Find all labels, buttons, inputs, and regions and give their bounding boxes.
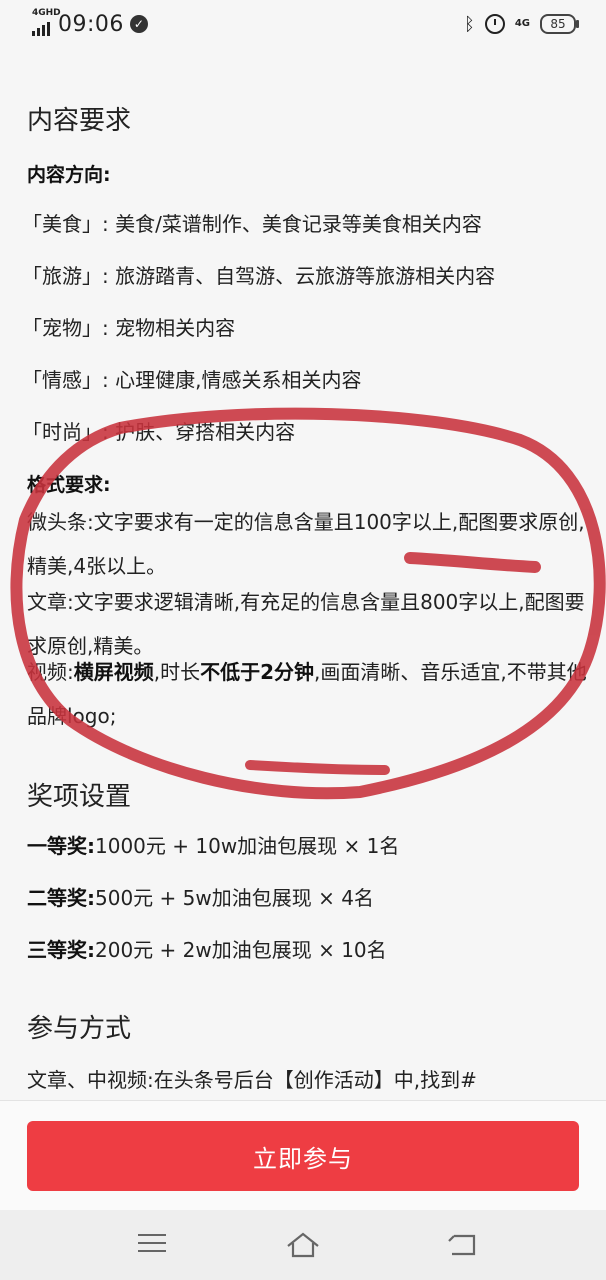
clock: 09:06 [58, 11, 124, 37]
status-bar: 4GHD 09:06 ✓ ᛒ 4G 85 [0, 0, 606, 48]
direction-travel: 「旅游」: 旅游踏青、自驾游、云旅游等旅游相关内容 [22, 264, 496, 288]
activity-detail-content[interactable]: 内容要求 内容方向: 「美食」: 美食/菜谱制作、美食记录等美食相关内容 「旅游… [0, 48, 606, 1100]
battery-icon: 85 [540, 14, 579, 34]
bottom-action-bar: 立即参与 [0, 1100, 606, 1211]
prize-third: 三等奖:200元 + 2w加油包展现 × 10名 [27, 938, 387, 962]
alarm-icon [484, 14, 505, 34]
prize-first: 一等奖:1000元 + 10w加油包展现 × 1名 [27, 834, 400, 858]
direction-pets: 「宠物」: 宠物相关内容 [22, 316, 236, 340]
content-direction-title: 内容方向: [27, 164, 111, 186]
mobile-data-indicator: 4G [514, 18, 530, 29]
menu-icon[interactable] [134, 1228, 170, 1262]
format-requirements-title: 格式要求: [27, 474, 111, 496]
direction-emotion: 「情感」: 心理健康,情感关系相关内容 [22, 368, 362, 392]
video-requirement: 视频:横屏视频,时长不低于2分钟,画面清晰、音乐适宜,不带其他品牌logo; [27, 660, 587, 728]
participation-text: 文章、中视频:在头条号后台【创作活动】中,找到# [27, 1068, 477, 1092]
section-title-content-requirements: 内容要求 [27, 106, 132, 136]
direction-fashion: 「时尚」: 护肤、穿搭相关内容 [22, 420, 296, 444]
bluetooth-icon: ᛒ [464, 13, 475, 35]
direction-food: 「美食」: 美食/菜谱制作、美食记录等美食相关内容 [22, 212, 482, 236]
weitoutiao-requirement: 微头条:文字要求有一定的信息含量且100字以上,配图要求原创,精美,4张以上。 [27, 510, 585, 578]
signal-icon [32, 22, 50, 36]
section-title-prizes: 奖项设置 [27, 782, 132, 812]
join-now-button[interactable]: 立即参与 [27, 1121, 579, 1191]
notification-icon: ✓ [129, 15, 148, 33]
system-navigation-bar [0, 1210, 606, 1280]
prize-second: 二等奖:500元 + 5w加油包展现 × 4名 [27, 886, 374, 910]
home-icon[interactable] [285, 1228, 321, 1262]
network-type: 4GHD [32, 8, 61, 18]
back-icon[interactable] [444, 1228, 480, 1262]
section-title-participation: 参与方式 [27, 1014, 132, 1044]
